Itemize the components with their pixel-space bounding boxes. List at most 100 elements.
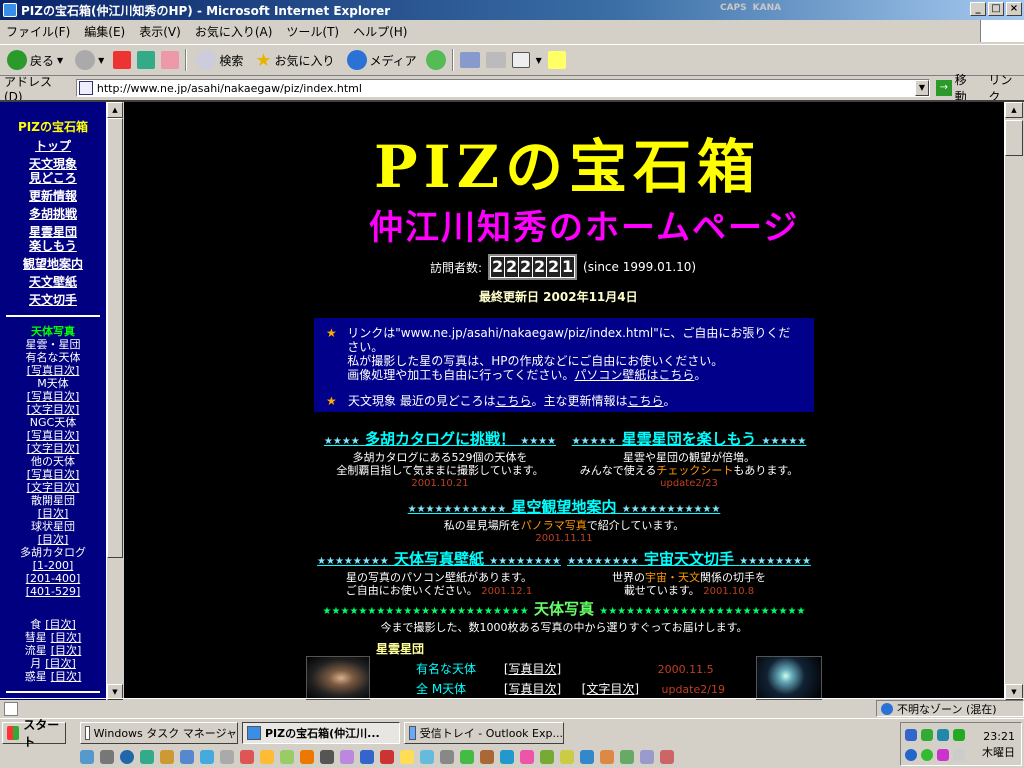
edit-icon[interactable]	[511, 52, 530, 68]
stamps-link[interactable]: ★★★★★★★★ 宇宙天文切手 ★★★★★★★★	[564, 550, 814, 571]
scroll-thumb[interactable]	[107, 118, 123, 558]
scroll-up-button[interactable]: ▲	[107, 102, 123, 118]
nav-link[interactable]: 観望地案内	[0, 257, 106, 271]
wallpaper-section-link[interactable]: ★★★★★★★★ 天体写真壁紙 ★★★★★★★★	[314, 550, 564, 571]
app-icon[interactable]	[460, 750, 474, 764]
nav-photo-link[interactable]: [1-200]	[0, 559, 106, 572]
media-button[interactable]: メディア	[344, 48, 420, 72]
nav-photo-link[interactable]: [目次]	[0, 533, 106, 546]
wallpaper-link[interactable]: パソコン壁紙はこちら	[574, 368, 694, 382]
menu-view[interactable]: 表示(V)	[139, 23, 181, 40]
tray-icon[interactable]	[937, 749, 949, 761]
nav-misc-link[interactable]: [目次]	[45, 618, 76, 631]
nav-scrollbar[interactable]: ▲ ▼	[106, 102, 124, 700]
menu-tools[interactable]: ツール(T)	[286, 23, 339, 40]
nav-photo-link[interactable]: [文字目次]	[0, 403, 106, 416]
nav-link[interactable]: 多胡挑戦	[0, 207, 106, 221]
nav-photo-link[interactable]: [写真目次]	[0, 390, 106, 403]
app-icon[interactable]	[500, 750, 514, 764]
tray-icon[interactable]	[905, 749, 917, 761]
nebula-thumbnail[interactable]	[756, 656, 822, 700]
app-icon[interactable]	[420, 750, 434, 764]
app-icon[interactable]	[660, 750, 674, 764]
nav-link[interactable]: 天文切手	[0, 293, 106, 307]
task-browser[interactable]: PIZの宝石箱(仲江川...	[242, 722, 400, 744]
start-button[interactable]: スタート	[2, 718, 66, 749]
stop-icon[interactable]	[113, 51, 132, 69]
nav-misc-link[interactable]: [目次]	[51, 631, 82, 644]
menu-favorites[interactable]: お気に入り(A)	[195, 23, 273, 40]
app-icon[interactable]	[620, 750, 634, 764]
nav-photo-link[interactable]: [写真目次]	[0, 468, 106, 481]
updates-link[interactable]: こちら	[628, 394, 664, 408]
app-icon[interactable]	[260, 750, 274, 764]
app-icon[interactable]	[300, 750, 314, 764]
nav-link[interactable]: 星雲星団 楽しもう	[0, 225, 106, 253]
app-icon[interactable]	[480, 750, 494, 764]
app-icon[interactable]	[540, 750, 554, 764]
site-link[interactable]: ★★★★★★★★★★★ 星空観望地案内 ★★★★★★★★★★★	[364, 498, 764, 519]
network-icon[interactable]	[905, 729, 917, 741]
menu-help[interactable]: ヘルプ(H)	[353, 23, 407, 40]
app-icon[interactable]	[320, 750, 334, 764]
app-icon[interactable]	[100, 750, 114, 764]
galaxy-thumbnail[interactable]	[306, 656, 370, 700]
maximize-button[interactable]: □	[988, 2, 1004, 16]
nav-link[interactable]: 天文現象 見どころ	[0, 157, 106, 185]
task-outlook[interactable]: 受信トレイ - Outlook Exp...	[404, 722, 564, 744]
history-icon[interactable]	[425, 50, 446, 70]
tray-icon[interactable]	[937, 729, 949, 741]
nav-link[interactable]: 更新情報	[0, 189, 106, 203]
address-dropdown-icon[interactable]: ▼	[914, 80, 929, 96]
print-icon[interactable]	[485, 52, 506, 68]
nav-photo-link[interactable]: [401-529]	[0, 585, 106, 598]
nav-photo-link[interactable]: [文字目次]	[0, 442, 106, 455]
app-icon[interactable]	[640, 750, 654, 764]
app-icon[interactable]	[160, 750, 174, 764]
menu-file[interactable]: ファイル(F)	[6, 23, 70, 40]
app-icon[interactable]	[580, 750, 594, 764]
app-icon[interactable]	[340, 750, 354, 764]
address-input[interactable]: http://www.ne.jp/asahi/nakaegaw/piz/inde…	[75, 79, 930, 97]
clock[interactable]: 23:21 木曜日	[982, 729, 1015, 761]
app-icon[interactable]	[440, 750, 454, 764]
nav-link[interactable]: 天文壁紙	[0, 275, 106, 289]
volume-icon[interactable]	[953, 749, 965, 761]
messenger-icon[interactable]	[547, 51, 566, 69]
app-icon[interactable]	[600, 750, 614, 764]
app-icon[interactable]	[560, 750, 574, 764]
search-button[interactable]: 検索	[193, 48, 246, 72]
tray-icon[interactable]	[921, 749, 933, 761]
forward-button[interactable]: ▼	[72, 48, 107, 72]
nav-photo-link[interactable]: [写真目次]	[0, 364, 106, 377]
photo-index-link[interactable]: [写真目次]	[504, 680, 578, 697]
home-icon[interactable]	[161, 51, 180, 69]
app-icon[interactable]	[240, 750, 254, 764]
app-icon[interactable]	[360, 750, 374, 764]
app-icon[interactable]	[80, 750, 94, 764]
app-icon[interactable]	[120, 750, 134, 764]
scroll-thumb[interactable]	[1005, 120, 1023, 156]
forward-dropdown-icon[interactable]: ▼	[98, 56, 104, 65]
scroll-up-button[interactable]: ▲	[1005, 102, 1023, 118]
back-button[interactable]: 戻る ▼	[4, 48, 66, 72]
favorites-button[interactable]: ★ お気に入り	[252, 48, 337, 73]
minimize-button[interactable]: _	[970, 2, 986, 16]
nav-photo-link[interactable]: [文字目次]	[0, 481, 106, 494]
close-button[interactable]: ×	[1006, 2, 1022, 16]
app-icon[interactable]	[220, 750, 234, 764]
mail-icon[interactable]	[459, 52, 480, 68]
app-icon[interactable]	[180, 750, 194, 764]
refresh-icon[interactable]	[137, 51, 156, 69]
app-icon[interactable]	[200, 750, 214, 764]
menu-edit[interactable]: 編集(E)	[84, 23, 125, 40]
task-taskmanager[interactable]: Windows タスク マネージャ	[80, 722, 238, 744]
app-icon[interactable]	[380, 750, 394, 764]
text-index-link[interactable]: [文字目次]	[582, 680, 658, 697]
tray-icon[interactable]	[921, 729, 933, 741]
app-icon[interactable]	[280, 750, 294, 764]
nav-misc-link[interactable]: [目次]	[51, 644, 82, 657]
nav-link[interactable]: トップ	[0, 139, 106, 153]
main-scrollbar[interactable]: ▲ ▼	[1004, 102, 1024, 700]
tray-icon[interactable]	[953, 729, 965, 741]
